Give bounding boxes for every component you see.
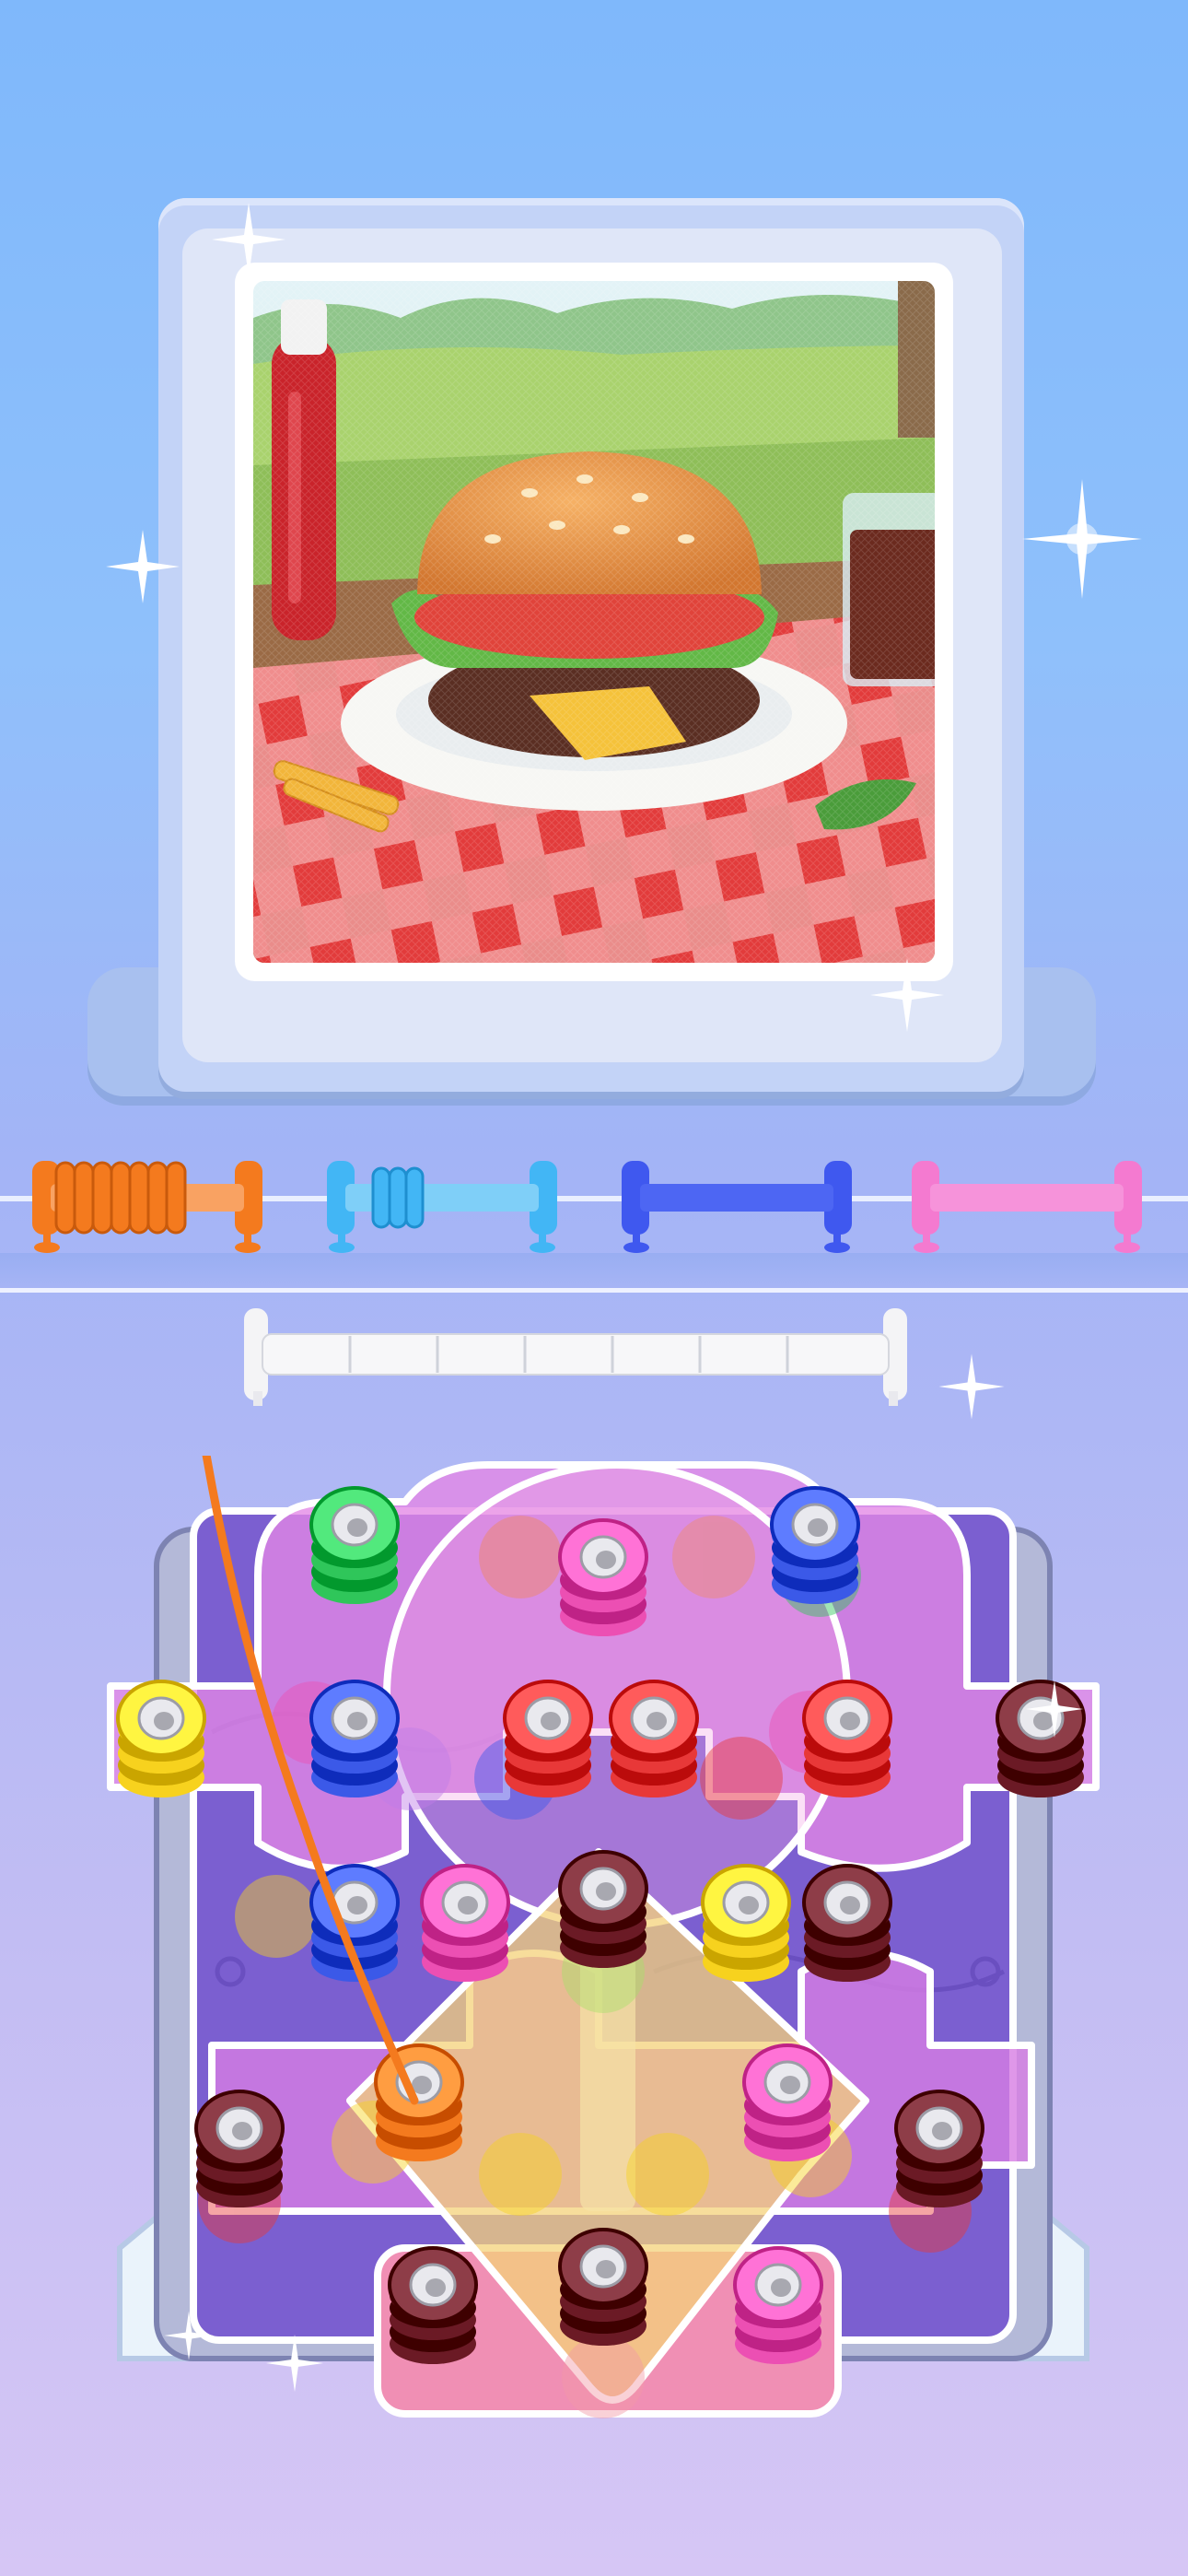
holding-bar[interactable] — [235, 1299, 916, 1410]
sparkle-icon — [161, 2308, 216, 2363]
thread-peg[interactable] — [558, 2228, 648, 2346]
thread-peg[interactable] — [420, 1864, 510, 1982]
pink-spool[interactable] — [903, 1142, 1160, 1253]
thread-peg[interactable] — [770, 1486, 860, 1604]
thread-peg[interactable] — [894, 2090, 984, 2207]
thread-peg[interactable] — [742, 2043, 833, 2161]
thread-peg[interactable] — [374, 2043, 464, 2161]
thread-peg[interactable] — [194, 2090, 285, 2207]
thread-peg[interactable] — [733, 2246, 823, 2364]
thread-peg[interactable] — [116, 1680, 206, 1797]
light-blue-spool[interactable] — [318, 1142, 576, 1253]
sparkle-icon — [262, 2331, 327, 2395]
thread-peg[interactable] — [558, 1518, 648, 1636]
thread-peg[interactable] — [388, 2246, 478, 2364]
shelf-shadow — [0, 1253, 1188, 1292]
sparkle-icon — [935, 1350, 1008, 1423]
shelf-divider — [0, 1288, 1188, 1293]
orange-spool[interactable] — [23, 1142, 281, 1253]
thread-peg[interactable] — [701, 1864, 791, 1982]
thread-peg[interactable] — [309, 1680, 400, 1797]
sparkle-icon — [866, 954, 949, 1036]
thread-peg[interactable] — [802, 1864, 892, 1982]
target-picture — [253, 281, 935, 963]
sparkle-icon — [101, 525, 184, 608]
puzzle-board[interactable] — [101, 1456, 1105, 2432]
sparkle-icon — [1022, 479, 1142, 599]
sparkle-icon — [1022, 1677, 1087, 1741]
thread-peg[interactable] — [309, 1486, 400, 1604]
sparkle-icon — [207, 198, 290, 281]
thread-peg[interactable] — [609, 1680, 699, 1797]
blue-spool[interactable] — [612, 1142, 870, 1253]
thread-peg[interactable] — [802, 1680, 892, 1797]
thread-peg[interactable] — [558, 1850, 648, 1968]
thread-peg[interactable] — [503, 1680, 593, 1797]
